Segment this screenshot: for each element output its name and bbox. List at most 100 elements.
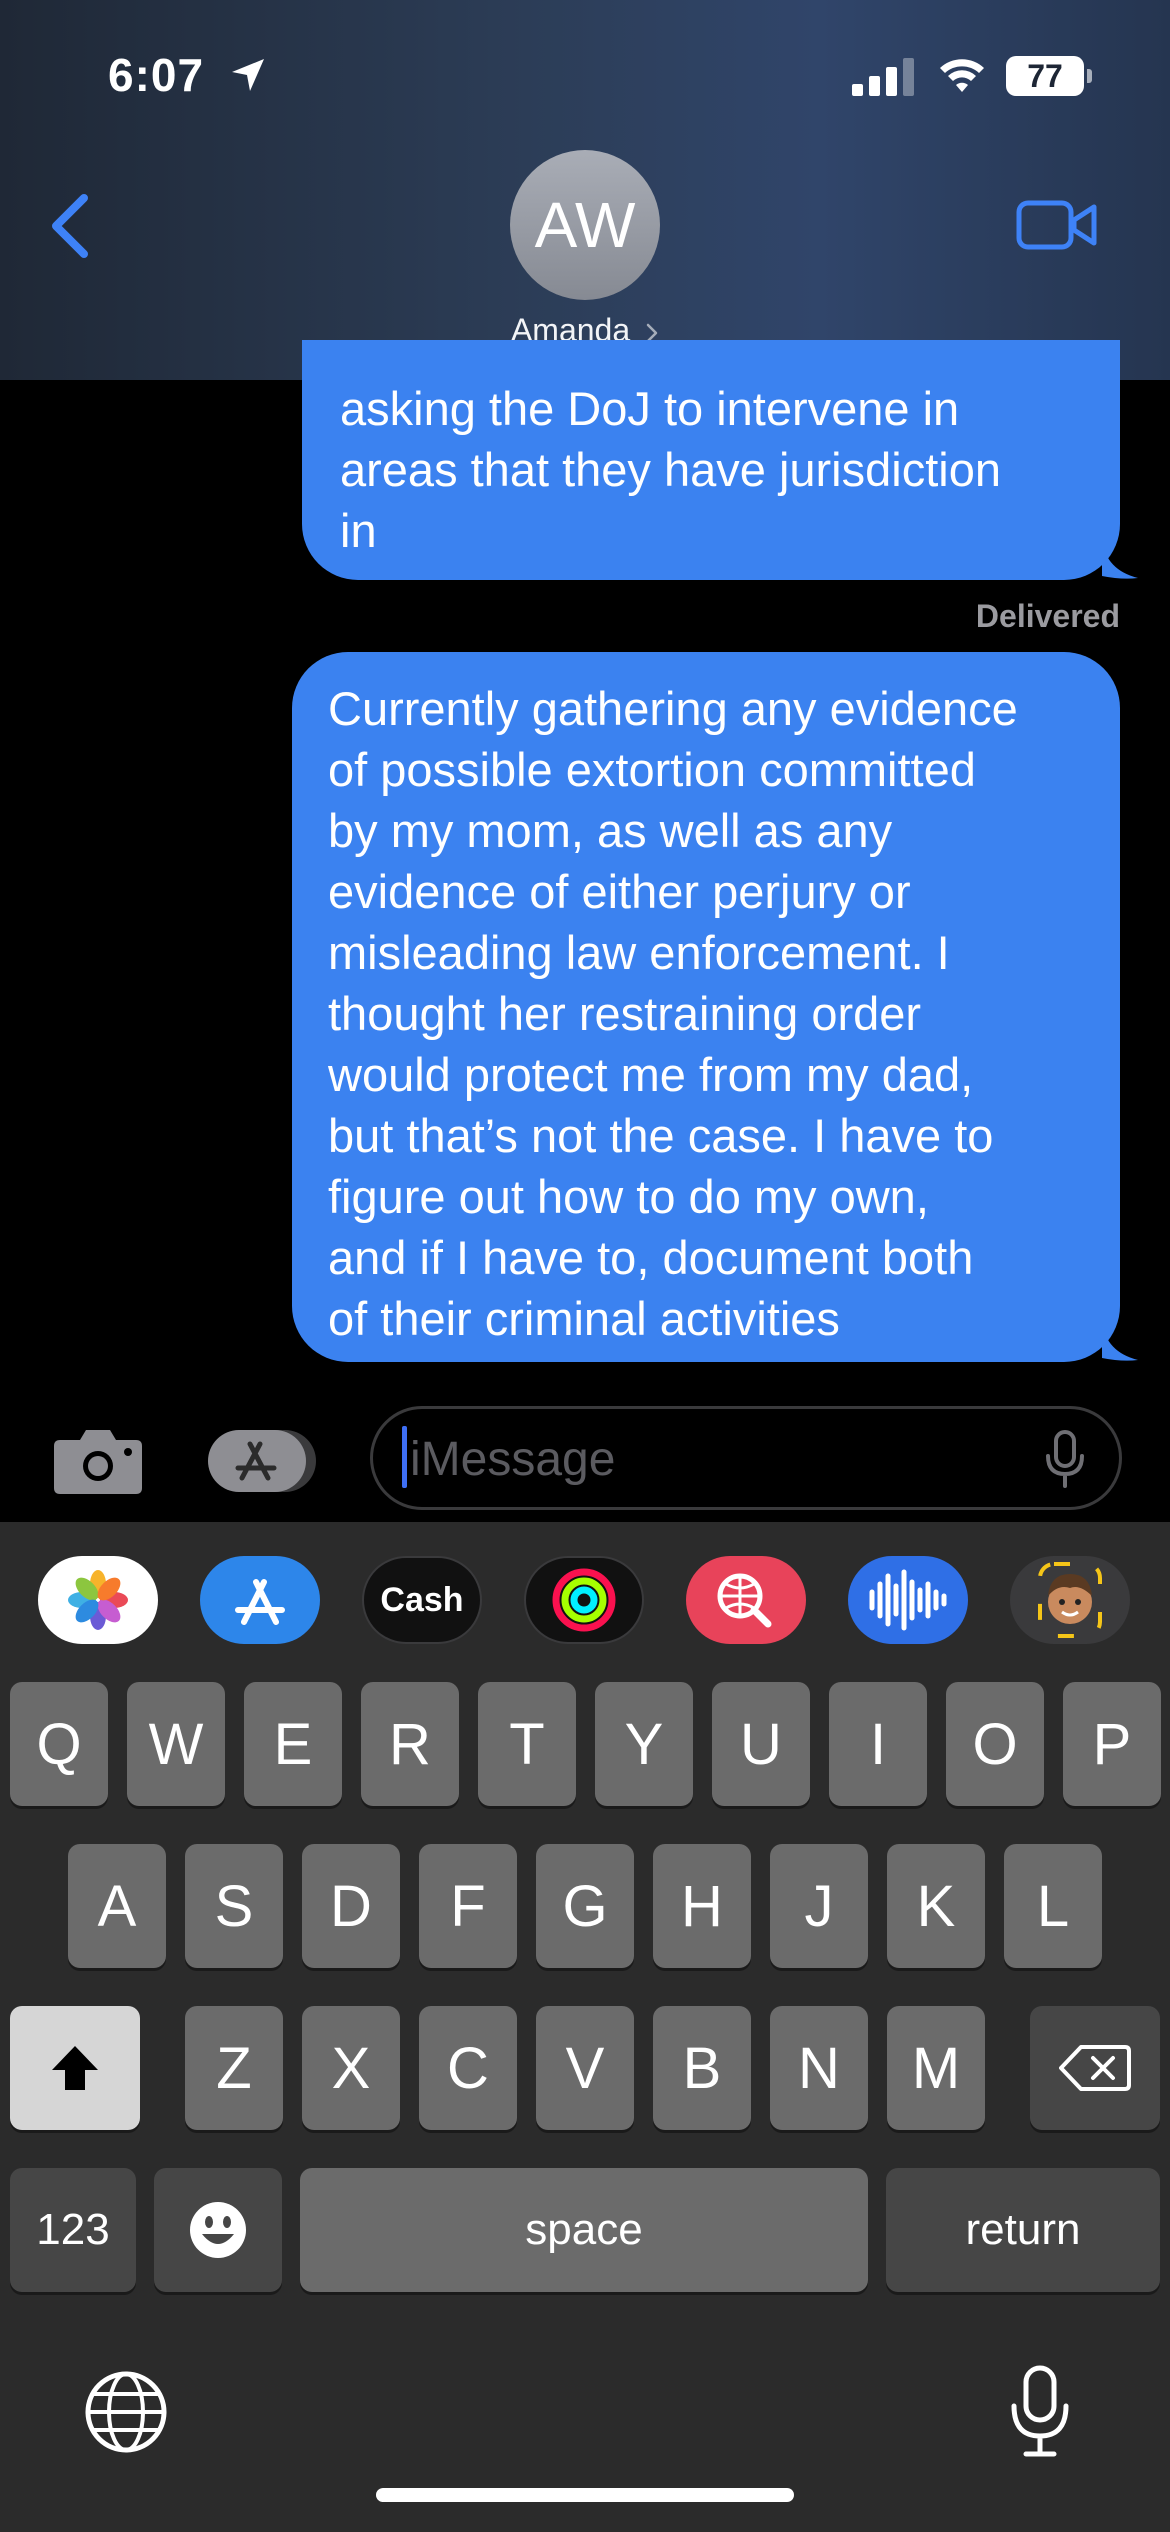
delete-key[interactable] xyxy=(1030,2006,1160,2130)
key-c[interactable]: C xyxy=(419,2006,517,2130)
key-q[interactable]: Q xyxy=(10,1682,108,1806)
message-line: misleading law enforcement. I xyxy=(328,926,950,979)
key-s[interactable]: S xyxy=(185,1844,283,1968)
key-d[interactable]: D xyxy=(302,1844,400,1968)
message-bubble[interactable]: Currently gathering any evidence of poss… xyxy=(292,652,1120,1362)
message-line: of their criminal activities xyxy=(328,1292,840,1345)
key-l[interactable]: L xyxy=(1004,1844,1102,1968)
return-key[interactable]: return xyxy=(886,2168,1160,2292)
message-bubble[interactable]: asking the DoJ to intervene in areas tha… xyxy=(302,340,1120,580)
key-label: Z xyxy=(216,2035,252,2101)
delivered-status: Delivered xyxy=(975,598,1120,634)
microphone-icon[interactable] xyxy=(1044,1430,1086,1488)
avatar-initials: AW xyxy=(534,189,636,261)
chevron-left-icon[interactable] xyxy=(40,188,100,264)
key-label: F xyxy=(450,1873,486,1939)
key-label: M xyxy=(911,2035,961,2101)
key-b[interactable]: B xyxy=(653,2006,751,2130)
return-key-label: return xyxy=(965,2205,1081,2254)
numbers-key[interactable]: 123 xyxy=(10,2168,136,2292)
message-line: evidence of either perjury or xyxy=(328,865,911,918)
key-label: J xyxy=(804,1873,834,1939)
message-line: asking the DoJ to intervene in xyxy=(340,382,960,435)
key-p[interactable]: P xyxy=(1063,1682,1161,1806)
key-y[interactable]: Y xyxy=(595,1682,693,1806)
message-line: figure out how to do my own, xyxy=(328,1170,929,1223)
waveform-icon xyxy=(869,1569,947,1631)
globe-search-icon xyxy=(717,1573,772,1628)
app-store-strip-icon[interactable] xyxy=(200,1556,320,1644)
key-i[interactable]: I xyxy=(829,1682,927,1806)
message-line: areas that they have jurisdiction xyxy=(340,443,1001,496)
key-n[interactable]: N xyxy=(770,2006,868,2130)
key-label: I xyxy=(869,1711,887,1777)
audio-message-icon[interactable] xyxy=(848,1556,968,1644)
photos-flower-icon xyxy=(68,1570,128,1630)
message-line: but that’s not the case. I have to xyxy=(328,1109,994,1162)
battery-cap xyxy=(1087,69,1092,83)
battery-level: 77 xyxy=(1027,58,1063,94)
key-label: E xyxy=(273,1711,313,1777)
avatar[interactable]: AW xyxy=(510,150,660,300)
delete-icon xyxy=(1059,2045,1131,2091)
key-label: W xyxy=(148,1711,204,1777)
key-label: O xyxy=(972,1711,1018,1777)
key-label: P xyxy=(1092,1711,1132,1777)
key-a[interactable]: A xyxy=(68,1844,166,1968)
memoji-icon[interactable] xyxy=(1010,1556,1130,1644)
text-cursor xyxy=(402,1426,407,1488)
message-input-placeholder: iMessage xyxy=(410,1433,616,1486)
key-m[interactable]: M xyxy=(887,2006,985,2130)
activity-icon[interactable] xyxy=(524,1556,644,1644)
key-label: V xyxy=(565,2035,605,2101)
key-label: H xyxy=(681,1873,723,1939)
activity-rings-icon xyxy=(552,1568,616,1632)
key-k[interactable]: K xyxy=(887,1844,985,1968)
wifi-icon xyxy=(940,59,984,92)
image-search-icon[interactable] xyxy=(686,1556,806,1644)
message-line: of possible extortion committed xyxy=(328,743,976,796)
message-line: by my mom, as well as any xyxy=(328,804,893,857)
photos-app-icon[interactable] xyxy=(38,1556,158,1644)
key-z[interactable]: Z xyxy=(185,2006,283,2130)
key-label: Q xyxy=(36,1711,82,1777)
globe-icon[interactable] xyxy=(84,2370,168,2454)
emoji-icon xyxy=(190,2202,246,2258)
home-indicator[interactable] xyxy=(376,2488,794,2502)
key-u[interactable]: U xyxy=(712,1682,810,1806)
key-r[interactable]: R xyxy=(361,1682,459,1806)
key-g[interactable]: G xyxy=(536,1844,634,1968)
key-label: B xyxy=(682,2035,722,2101)
video-camera-icon[interactable] xyxy=(1016,198,1098,252)
app-store-glyph-icon xyxy=(235,1579,285,1625)
memoji-face-icon xyxy=(1038,1562,1102,1638)
message-line: and if I have to, document both xyxy=(328,1231,974,1284)
dictation-microphone-icon[interactable] xyxy=(1008,2364,1072,2460)
key-label: L xyxy=(1036,1873,1070,1939)
battery-indicator: 77 xyxy=(1006,56,1092,96)
key-e[interactable]: E xyxy=(244,1682,342,1806)
key-label: T xyxy=(509,1711,545,1777)
key-o[interactable]: O xyxy=(946,1682,1044,1806)
space-key[interactable]: space xyxy=(300,2168,868,2292)
key-v[interactable]: V xyxy=(536,2006,634,2130)
camera-icon[interactable] xyxy=(52,1424,144,1496)
shift-key[interactable] xyxy=(10,2006,140,2130)
message-line: thought her restraining order xyxy=(328,987,922,1040)
apple-cash-icon[interactable]: Cash xyxy=(362,1556,482,1644)
key-x[interactable]: X xyxy=(302,2006,400,2130)
key-j[interactable]: J xyxy=(770,1844,868,1968)
bubble-tail xyxy=(1102,1322,1138,1361)
message-line: would protect me from my dad, xyxy=(328,1048,974,1101)
key-t[interactable]: T xyxy=(478,1682,576,1806)
key-w[interactable]: W xyxy=(127,1682,225,1806)
app-store-icon[interactable] xyxy=(206,1426,320,1496)
key-label: D xyxy=(330,1873,372,1939)
key-f[interactable]: F xyxy=(419,1844,517,1968)
key-h[interactable]: H xyxy=(653,1844,751,1968)
key-label: S xyxy=(214,1873,254,1939)
location-arrow-icon xyxy=(232,59,264,91)
emoji-key[interactable] xyxy=(154,2168,282,2292)
key-label: Y xyxy=(624,1711,664,1777)
cellular-signal-icon xyxy=(852,58,914,96)
